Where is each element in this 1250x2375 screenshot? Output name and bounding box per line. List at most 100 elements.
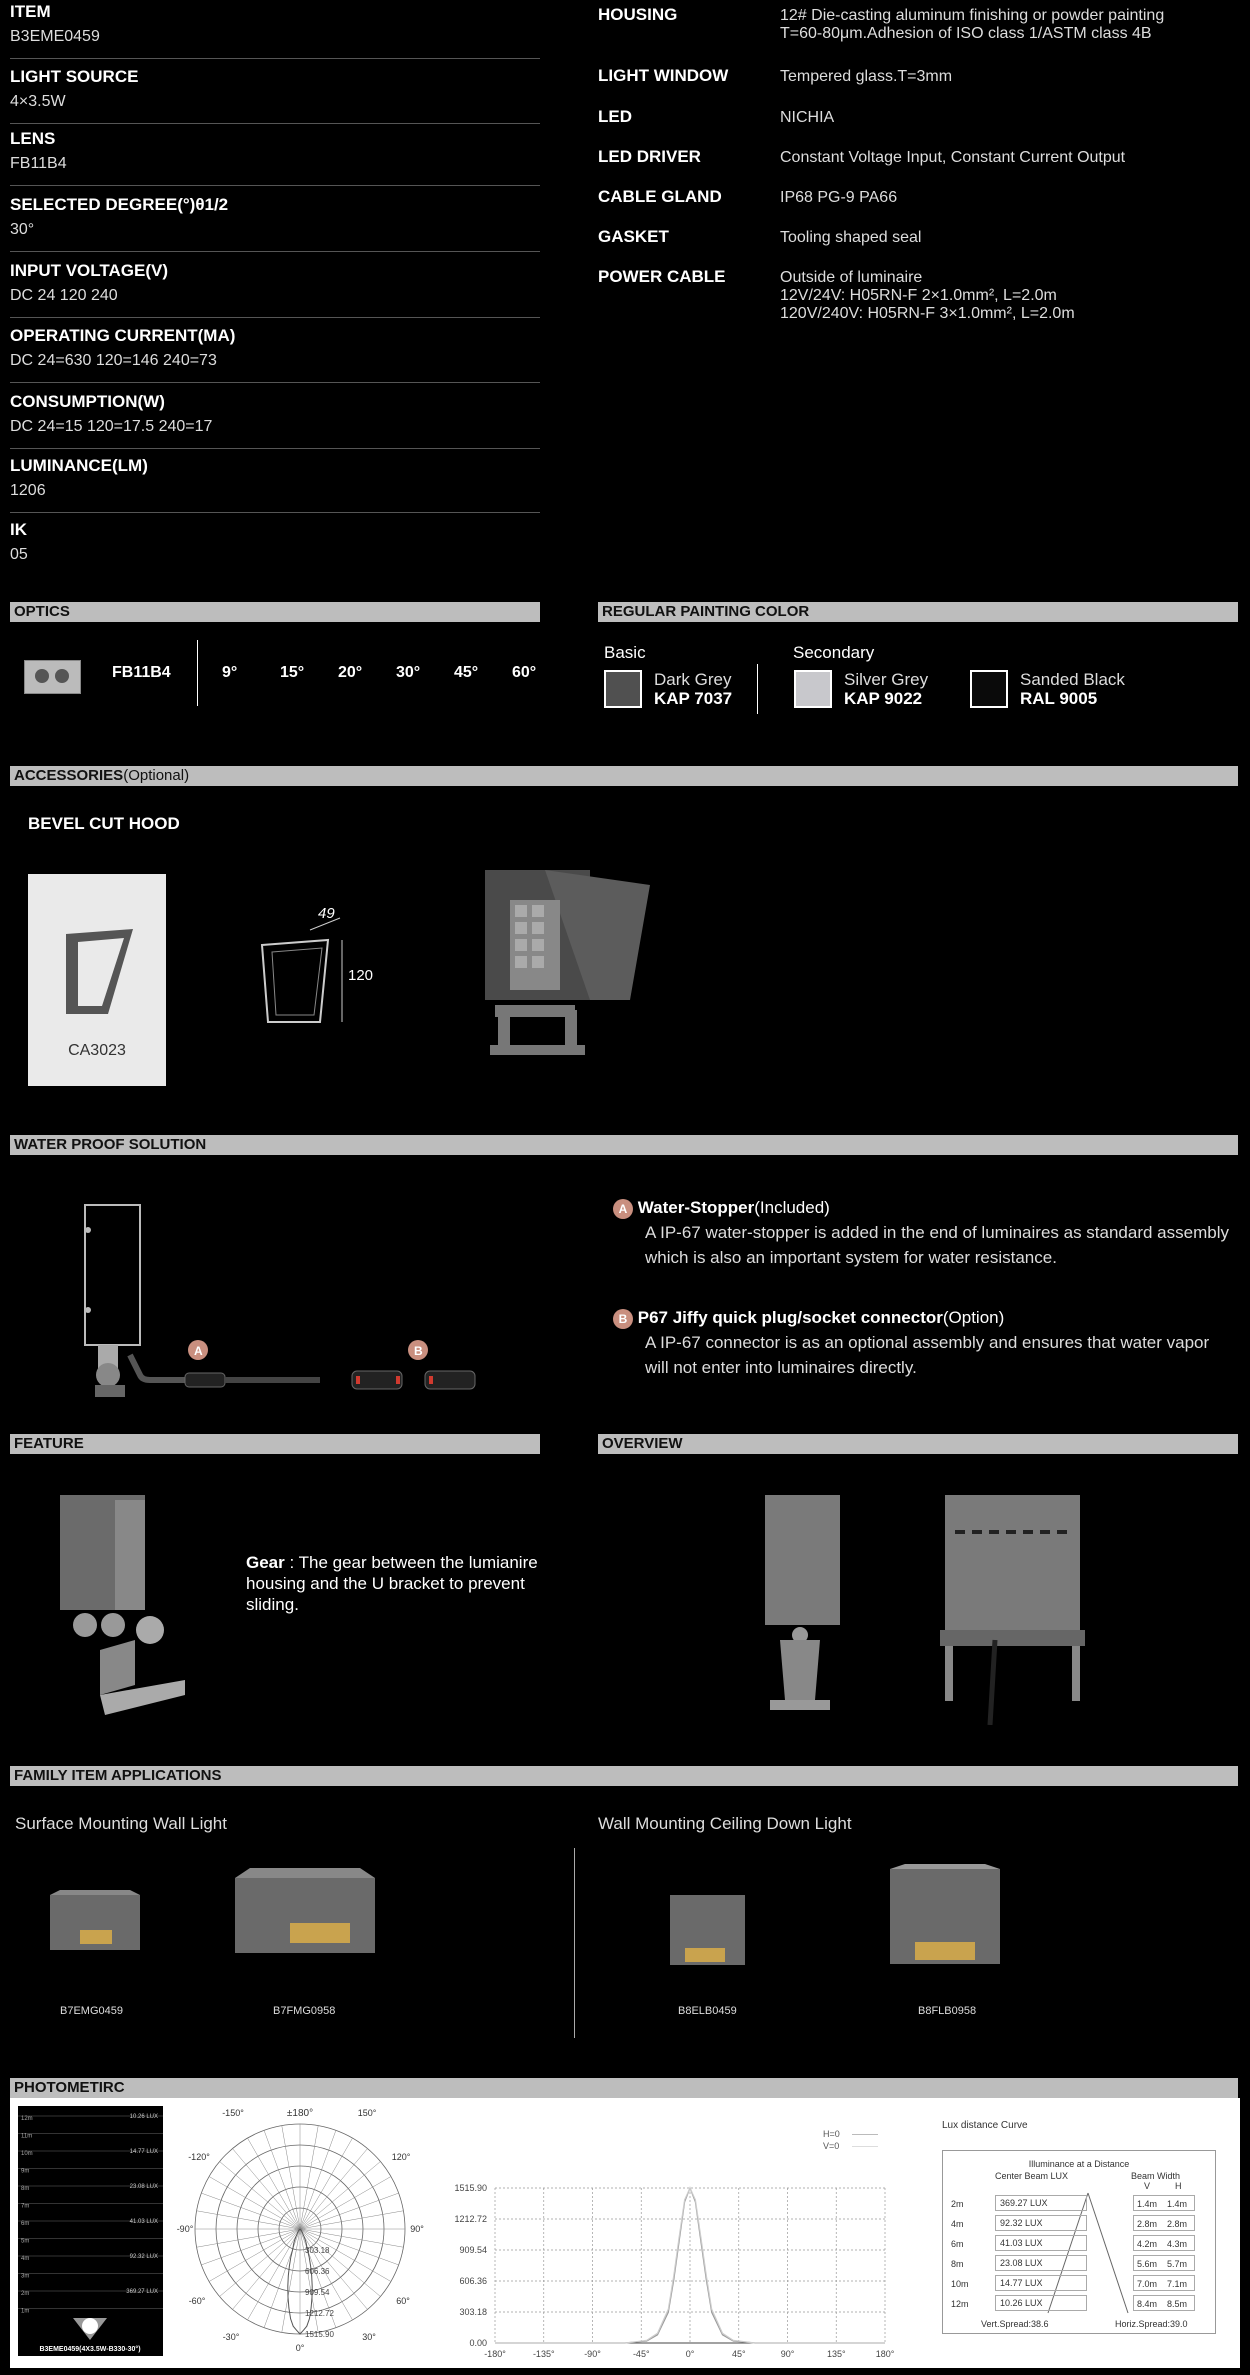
color-code: KAP 7037 [654,689,733,708]
dim-width: 49 [318,905,335,922]
optics-lens-code: FB11B4 [112,664,171,681]
color-label: Silver Grey KAP 9022 [844,670,928,708]
family-item-4-image [890,1864,1000,1964]
spec-label-right: HOUSING [598,5,678,24]
hood-dimension-drawing: 49 120 [260,905,373,1023]
spec-value-right: Tempered glass.T=3mm [780,68,953,85]
distance-row-label: 7m [21,2204,29,2210]
waterproof-b-title: P67 Jiffy quick plug/socket connector [637,1308,943,1327]
spec-value: FB11B4 [10,155,67,172]
polar-angle-label: 120° [392,2152,411,2162]
x-tick-label: -45° [633,2349,650,2359]
illuminance-distance: 6m [951,2239,964,2249]
polar-diagram: ±180° -150° 150° -120° 120° -90° 90° -60° 60° -3… [177,2108,425,2353]
painting-basic-label: Basic [604,643,646,662]
spec-value: B3EME0459 [10,28,100,45]
polar-value-label: 606.36 [305,2267,330,2276]
waterproof-b-text: A IP-67 connector is as an optional asse… [645,1333,1210,1377]
spec-value-right: Outside of luminaire 12V/24V: H05RN-F 2×… [780,269,1075,322]
accessory-card: CA3023 [28,874,166,1086]
accessory-item-title: BEVEL CUT HOOD [28,814,180,833]
illuminance-distance: 4m [951,2219,964,2229]
distance-diagram: 12m 11m 10m 9m 8m 7m 6m 5m 4m 3m 2m 1m 10.26 LUX 14.… [18,2106,163,2356]
waterproof-b-suffix: (Option) [942,1308,1005,1327]
family-right-title: Wall Mounting Ceiling Down Light [598,1814,852,1833]
x-tick-label: 45° [732,2349,746,2359]
illuminance-row: 8m 23.08 LUX 5.6m 5.7m [943,2255,1215,2275]
optics-title: OPTICS [14,603,70,620]
marker-a-badge: A [613,1199,633,1219]
polar-angle-label: 150° [358,2108,377,2118]
optics-degree: 20° [338,664,363,681]
x-tick-label: 135° [827,2349,846,2359]
illuminance-h: 7.1m [1167,2279,1188,2289]
illuminance-h: 4.3m [1167,2239,1188,2249]
family-item-4-label: B8FLB0958 [918,2005,977,2017]
illuminance-h: 5.7m [1167,2259,1188,2269]
color-code: RAL 9005 [1020,689,1098,708]
accessories-optional: (Optional) [123,767,190,784]
y-tick-label: 606.36 [459,2276,487,2286]
y-tick-label: 0.00 [469,2338,487,2348]
illuminance-row: 12m 10.26 LUX 8.4m 8.5m [943,2295,1215,2315]
legend-h: H=0 [823,2129,840,2139]
marker-b-badge: B [613,1309,633,1329]
illuminance-v: 8.4m [1137,2299,1158,2309]
optics-degree: 60° [512,664,537,681]
illuminance-v: 1.4m [1137,2199,1158,2209]
spec-label: LENS [10,129,56,148]
color-name: Sanded Black [1020,670,1125,689]
color-label: Dark Grey KAP 7037 [654,670,732,708]
illuminance-v: 5.6m [1137,2259,1158,2269]
illuminance-row: 4m 92.32 LUX 2.8m 2.8m [943,2215,1215,2235]
waterproof-a-block: A Water-Stopper(Included) A IP-67 water-… [613,1195,1233,1270]
distance-row-label: 12m [21,2116,33,2122]
optics-divider [197,640,198,706]
spec-row-left: LENS FB11B4 [10,129,540,186]
distance-row-label: 11m [21,2134,32,2140]
polar-value-label: 909.54 [305,2288,330,2297]
spec-label-right: CABLE GLAND [598,187,722,206]
vert-spread: Vert.Spread:38.6 [981,2319,1049,2329]
polar-angle-label: -120° [188,2152,210,2162]
photometric-title: PHOTOMETIRC [14,2079,125,2096]
spec-label: IK [10,520,27,539]
illuminance-h: 8.5m [1167,2299,1188,2309]
illuminance-v: 2.8m [1137,2219,1158,2229]
spec-value-right: 12# Die-casting aluminum finishing or po… [780,7,1165,42]
optics-degree: 15° [280,664,305,681]
polar-value-label: 1515.90 [305,2330,334,2339]
waterproof-a-text: A IP-67 water-stopper is added in the en… [645,1223,1229,1267]
dim-height: 120 [348,967,373,984]
spec-value-right: IP68 PG-9 PA66 [780,189,898,206]
family-item-2-label: B7FMG0958 [273,2005,336,2017]
painting-secondary-label: Secondary [793,643,875,662]
polar-angle-label: -90° [177,2224,194,2234]
candela-line-chart: 0.00 303.18 606.36 909.54 1212.72 1515.90 -180… [454,2183,894,2359]
distance-row-label: 2m [21,2291,29,2297]
polar-angle-label: 0° [296,2343,305,2353]
overview-header: OVERVIEW [598,1434,1238,1454]
family-item-2-image [235,1868,375,1953]
spec-label: ITEM [10,2,51,21]
illuminance-distance: 8m [951,2259,964,2269]
distance-lux-label: 10.26 LUX [130,2114,158,2120]
spec-row-left: INPUT VOLTAGE(V) DC 24 120 240 [10,261,540,318]
spec-label: CONSUMPTION(W) [10,392,165,411]
color-swatch [604,670,642,708]
illuminance-h: 1.4m [1167,2199,1188,2209]
polar-angle-label: 90° [410,2224,424,2234]
optics-degree: 9° [222,664,238,681]
y-tick-label: 1212.72 [454,2214,487,2224]
spec-row-left: IK 05 [10,520,540,572]
polar-top-label: ±180° [287,2108,313,2119]
spec-label: OPERATING CURRENT(MA) [10,326,236,345]
color-name: Silver Grey [844,670,929,689]
illuminance-distance: 12m [951,2299,969,2309]
drawing-marker-b: B [414,1344,423,1358]
polar-angle-label: -30° [223,2332,240,2342]
distance-row-label: 5m [21,2239,29,2245]
drawing-marker-a: A [194,1344,203,1358]
family-title: FAMILY ITEM APPLICATIONS [14,1767,222,1784]
line-chart-legend: H=0 V=0 [823,2128,879,2152]
